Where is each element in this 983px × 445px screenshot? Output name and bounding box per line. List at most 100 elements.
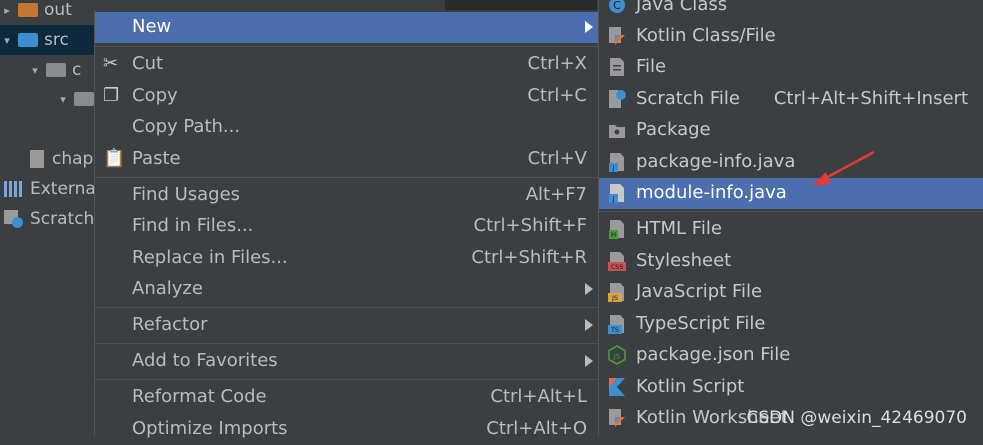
submenu-item-typescript-file[interactable]: TS TypeScript File <box>599 309 983 340</box>
submenu-item-label: HTML File <box>636 218 722 239</box>
menu-item-label: Copy <box>132 85 178 106</box>
menu-item-optimize-imports[interactable]: Optimize Imports Ctrl+Alt+O <box>95 414 599 445</box>
menu-separator <box>95 46 599 47</box>
svg-text:JS: JS <box>611 294 618 302</box>
menu-separator <box>95 177 599 178</box>
tree-item-external-libraries[interactable]: Externa <box>4 174 96 204</box>
submenu-item-label: Stylesheet <box>636 250 732 271</box>
chevron-down-icon[interactable]: ▾ <box>0 34 14 47</box>
chevron-down-icon[interactable]: ▾ <box>56 93 70 106</box>
svg-text:C: C <box>613 0 621 12</box>
menu-item-shortcut: Ctrl+Shift+R <box>471 247 587 268</box>
chevron-right-icon[interactable]: ▸ <box>0 4 14 17</box>
submenu-arrow-icon <box>585 21 593 33</box>
watermark: CSDN @weixin_42469070 <box>746 408 967 428</box>
tree-item-src[interactable]: ▾ src <box>0 25 94 55</box>
submenu-item-label: Package <box>636 119 711 140</box>
submenu-item-label: TypeScript File <box>636 313 766 334</box>
menu-item-label: Find Usages <box>132 184 241 205</box>
menu-item-shortcut: Ctrl+C <box>527 85 587 106</box>
tree-item-scratches[interactable]: Scratch <box>4 204 94 234</box>
tree-item-label: c <box>72 60 82 80</box>
html-file-icon: H <box>609 220 624 239</box>
menu-item-new[interactable]: New <box>95 12 599 43</box>
submenu-item-kotlin-script[interactable]: Kotlin Script <box>599 372 983 403</box>
menu-separator <box>95 379 599 380</box>
file-icon <box>610 58 624 76</box>
svg-text:J: J <box>611 164 614 172</box>
submenu-item-label: Scratch File <box>636 88 740 109</box>
tree-item-label: out <box>44 0 72 20</box>
tree-item-label: chap <box>52 149 94 169</box>
menu-item-refactor[interactable]: Refactor <box>95 310 599 341</box>
menu-item-label: Find in Files... <box>132 215 254 236</box>
menu-item-label: Refactor <box>132 314 208 335</box>
submenu-item-scratch-file[interactable]: Scratch File Ctrl+Alt+Shift+Insert <box>599 84 983 115</box>
svg-text:H: H <box>611 231 616 239</box>
submenu-item-package-json[interactable]: JS package.json File <box>599 340 983 371</box>
submenu-item-file[interactable]: File <box>599 52 983 83</box>
menu-item-replace-in-files[interactable]: Replace in Files... Ctrl+Shift+R <box>95 243 599 274</box>
submenu-item-module-info[interactable]: J module-info.java <box>599 178 983 209</box>
java-file-icon: J <box>609 153 624 172</box>
source-folder-icon <box>18 33 38 47</box>
menu-item-cut[interactable]: ✂ Cut Ctrl+X <box>95 49 599 80</box>
menu-item-copy-path[interactable]: Copy Path... <box>95 112 599 143</box>
menu-item-shortcut: Ctrl+Alt+L <box>490 386 587 407</box>
menu-item-copy[interactable]: ❐ Copy Ctrl+C <box>95 81 599 112</box>
menu-item-shortcut: Ctrl+V <box>527 148 587 169</box>
javascript-file-icon: JS <box>608 283 624 302</box>
menu-item-shortcut: Ctrl+X <box>527 53 587 74</box>
package-icon <box>46 63 66 77</box>
menu-item-find-in-files[interactable]: Find in Files... Ctrl+Shift+F <box>95 211 599 242</box>
menu-item-add-to-favorites[interactable]: Add to Favorites <box>95 346 599 377</box>
java-class-icon: C <box>609 0 625 13</box>
submenu-item-javascript-file[interactable]: JS JavaScript File <box>599 277 983 308</box>
menu-item-reformat-code[interactable]: Reformat Code Ctrl+Alt+L <box>95 382 599 413</box>
menu-item-shortcut: Alt+F7 <box>525 184 587 205</box>
css-file-icon: CSS <box>608 252 626 271</box>
submenu-item-stylesheet[interactable]: CSS Stylesheet <box>599 246 983 277</box>
scratch-file-icon <box>609 90 626 108</box>
svg-text:CSS: CSS <box>611 263 624 271</box>
context-menu: New ✂ Cut Ctrl+X ❐ Copy Ctrl+C Copy Path… <box>94 10 600 439</box>
menu-item-find-usages[interactable]: Find Usages Alt+F7 <box>95 180 599 211</box>
submenu-item-label: package.json File <box>636 344 791 365</box>
typescript-file-icon: TS <box>608 315 624 334</box>
menu-item-label: Replace in Files... <box>132 247 288 268</box>
menu-item-label: Add to Favorites <box>132 350 278 371</box>
menu-item-label: Analyze <box>132 278 203 299</box>
kotlin-file-icon <box>609 27 625 45</box>
submenu-item-label: package-info.java <box>636 151 796 172</box>
package-icon <box>609 125 625 138</box>
submenu-item-label: Kotlin Class/File <box>636 25 776 46</box>
menu-item-analyze[interactable]: Analyze <box>95 274 599 305</box>
copy-icon: ❐ <box>103 85 120 106</box>
submenu-item-shortcut: Ctrl+Alt+Shift+Insert <box>773 88 968 109</box>
submenu-item-package-info[interactable]: J package-info.java <box>599 147 983 178</box>
submenu-item-package[interactable]: Package <box>599 115 983 146</box>
java-file-icon: J <box>609 184 624 203</box>
tree-item-package[interactable]: ▾ c <box>28 55 81 85</box>
menu-item-shortcut: Ctrl+Shift+F <box>473 215 587 236</box>
kotlin-script-icon <box>609 378 625 396</box>
annotation-arrow-icon <box>812 150 875 186</box>
submenu-separator <box>599 211 983 212</box>
folder-icon <box>18 3 38 17</box>
tree-item-chap[interactable]: chap <box>30 144 93 174</box>
submenu-item-java-class[interactable]: C Java Class <box>599 0 983 21</box>
submenu-item-kotlin-class[interactable]: Kotlin Class/File <box>599 21 983 52</box>
menu-item-label: Reformat Code <box>132 386 267 407</box>
submenu-arrow-icon <box>585 355 593 367</box>
submenu-item-html-file[interactable]: H HTML File <box>599 214 983 245</box>
menu-item-label: Paste <box>132 148 181 169</box>
file-icon <box>30 150 44 168</box>
clipboard-icon: 📋 <box>103 148 126 169</box>
package-icon <box>74 92 94 106</box>
chevron-down-icon[interactable]: ▾ <box>28 64 42 77</box>
menu-separator <box>95 307 599 308</box>
menu-item-paste[interactable]: 📋 Paste Ctrl+V <box>95 144 599 175</box>
menu-separator <box>95 343 599 344</box>
scratch-icon <box>4 210 24 228</box>
tree-item-out[interactable]: ▸ out <box>0 0 72 25</box>
